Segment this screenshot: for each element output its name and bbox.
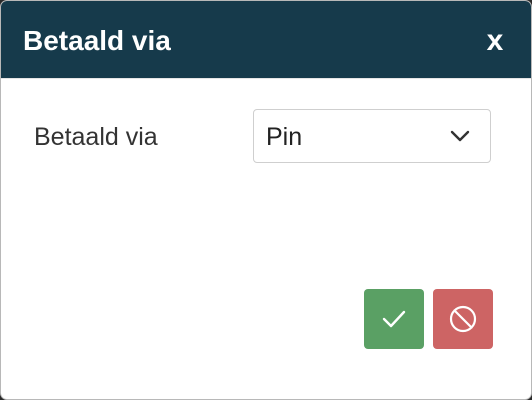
- no-entry-icon: [449, 305, 477, 333]
- selected-payment-method: Pin: [266, 123, 303, 151]
- payment-method-select[interactable]: Pin: [253, 109, 491, 163]
- close-icon: x: [486, 24, 504, 57]
- payment-method-label: Betaald via: [34, 123, 158, 151]
- close-button[interactable]: x: [479, 21, 511, 61]
- dialog-header: Betaald via x: [1, 1, 531, 79]
- dialog-actions: [364, 289, 494, 349]
- checkmark-icon: [382, 310, 406, 328]
- payment-method-row: Betaald via Pin: [1, 79, 531, 199]
- confirm-button[interactable]: [364, 289, 424, 349]
- chevron-down-icon: [450, 130, 470, 142]
- payment-method-dialog: Betaald via x Betaald via Pin: [0, 0, 532, 400]
- cancel-button[interactable]: [433, 289, 493, 349]
- dialog-title: Betaald via: [23, 25, 171, 56]
